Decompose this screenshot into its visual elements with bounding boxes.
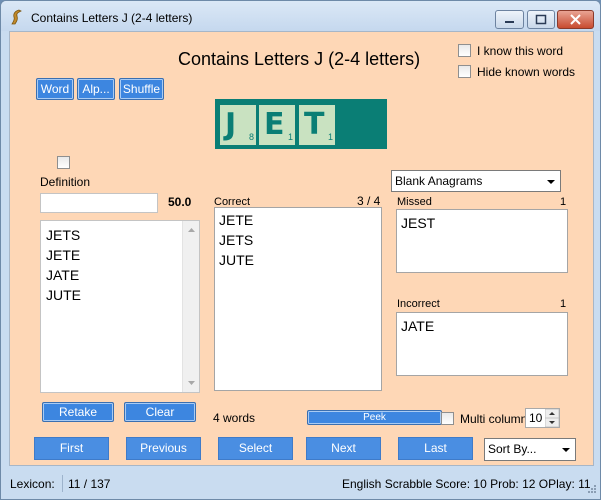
letter-tile[interactable]: J 8 (220, 105, 256, 145)
incorrect-label: Incorrect (397, 298, 440, 310)
quiz-panel: Contains Letters J (2-4 letters) I know … (9, 31, 594, 466)
know-word-checkbox[interactable] (458, 44, 471, 57)
clear-button[interactable]: Clear (124, 402, 196, 422)
page-title: Contains Letters J (2-4 letters) (178, 49, 421, 69)
window-title: Contains Letters J (2-4 letters) (31, 11, 193, 25)
list-item[interactable]: JEST (401, 213, 435, 233)
maximize-button[interactable] (527, 10, 555, 29)
list-item[interactable]: JATE (46, 265, 81, 285)
incorrect-count: 1 (560, 298, 567, 310)
retake-button[interactable]: Retake (42, 402, 114, 422)
scrollbar[interactable] (182, 221, 199, 392)
peek-button[interactable]: Peek (307, 410, 442, 425)
tile-letter: J (225, 107, 237, 142)
list-item[interactable]: JUTE (46, 285, 81, 305)
position-indicator: 11 / 137 (68, 477, 111, 491)
correct-list[interactable]: JETE JETS JUTE (214, 207, 382, 391)
close-icon (570, 14, 581, 25)
score-value: 50.0 (168, 195, 192, 209)
mode-select-value: Blank Anagrams (395, 174, 483, 188)
sort-select[interactable]: Sort By... (484, 438, 576, 461)
list-item[interactable]: JETS (46, 225, 81, 245)
sort-select-value: Sort By... (488, 442, 537, 456)
app-window: Contains Letters J (2-4 letters) Contain… (0, 0, 601, 500)
correct-count: 3 / 4 (357, 194, 381, 208)
know-word-label: I know this word (477, 44, 564, 58)
tile-letter: T (304, 107, 325, 142)
word-count: 4 words (213, 411, 256, 425)
missed-count: 1 (560, 196, 567, 208)
missed-label: Missed (397, 196, 432, 208)
word-info: English Scrabble Score: 10 Prob: 12 OPla… (342, 477, 591, 491)
list-item[interactable]: JETS (219, 230, 254, 250)
definition-label: Definition (40, 175, 91, 189)
tile-rack: J 8 E 1 T 1 (215, 99, 387, 149)
next-button[interactable]: Next (306, 437, 381, 460)
tile-score: 8 (249, 132, 255, 142)
multi-column-label: Multi column (460, 412, 528, 426)
first-button[interactable]: First (34, 437, 109, 460)
column-stepper-value: 10 (529, 411, 543, 425)
status-divider (62, 475, 63, 492)
chevron-down-icon (562, 448, 570, 452)
resize-grip-icon[interactable] (585, 484, 597, 496)
column-stepper[interactable]: 10 (525, 408, 560, 428)
list-item[interactable]: JATE (401, 316, 434, 336)
tile-score: 1 (288, 132, 294, 142)
hide-known-checkbox[interactable] (458, 65, 471, 78)
title-bar[interactable]: Contains Letters J (2-4 letters) (1, 1, 600, 31)
incorrect-list[interactable]: JATE (396, 312, 568, 376)
minimize-icon (505, 21, 514, 23)
definition-checkbox[interactable] (57, 156, 70, 169)
status-bar: Lexicon: 11 / 137 English Scrabble Score… (2, 469, 600, 499)
multi-column-checkbox[interactable] (441, 412, 454, 425)
missed-list[interactable]: JEST (396, 209, 568, 273)
letter-tile[interactable]: E 1 (259, 105, 295, 145)
list-item[interactable]: JETE (219, 210, 254, 230)
minimize-button[interactable] (495, 10, 524, 29)
tile-letter: E (264, 107, 285, 142)
letter-tile[interactable]: T 1 (299, 105, 335, 145)
maximize-icon (535, 14, 547, 25)
close-button[interactable] (557, 10, 594, 29)
alpha-button[interactable]: Alp... (77, 78, 115, 100)
list-item[interactable]: JETE (46, 245, 81, 265)
stepper-arrows-icon[interactable] (545, 409, 559, 427)
answer-input[interactable] (40, 193, 158, 213)
select-button[interactable]: Select (218, 437, 293, 460)
tile-score: 1 (328, 132, 334, 142)
scroll-arrows-icon (188, 228, 195, 385)
list-item[interactable]: JUTE (219, 250, 254, 270)
previous-button[interactable]: Previous (126, 437, 201, 460)
answer-list[interactable]: JETS JETE JATE JUTE (40, 220, 200, 393)
last-button[interactable]: Last (398, 437, 473, 460)
app-icon (11, 9, 22, 25)
word-button[interactable]: Word (36, 78, 74, 100)
chevron-down-icon (547, 180, 555, 184)
mode-select[interactable]: Blank Anagrams (391, 170, 561, 192)
shuffle-button[interactable]: Shuffle (119, 78, 164, 100)
hide-known-label: Hide known words (477, 65, 576, 79)
lexicon-label: Lexicon: (10, 477, 55, 491)
